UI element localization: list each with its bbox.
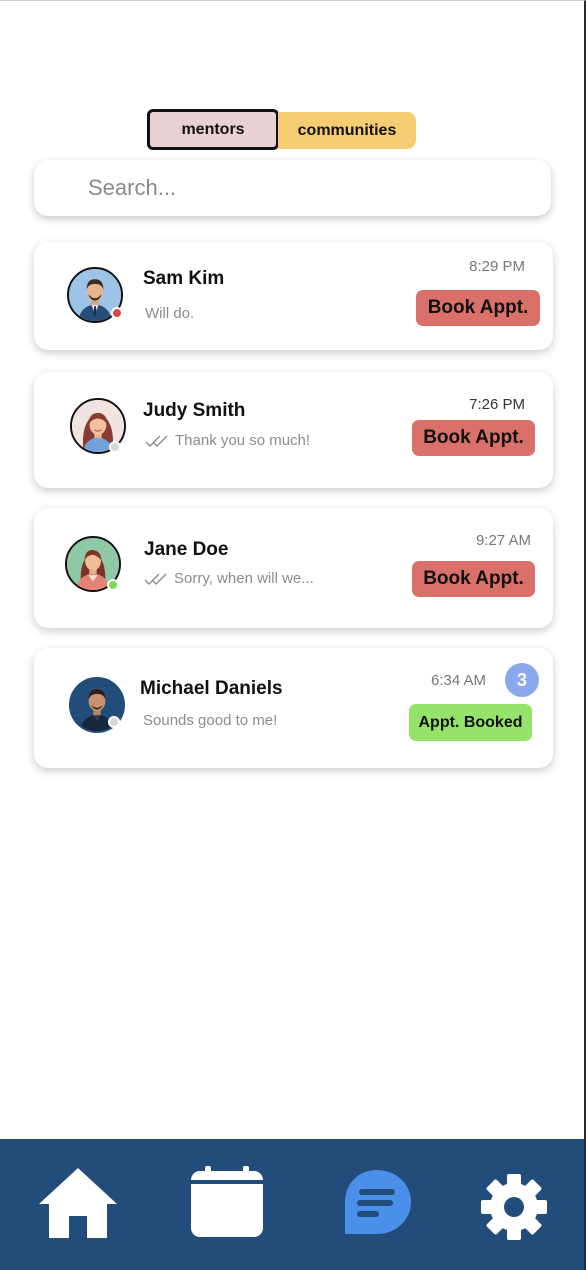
preview-text: Sounds good to me!	[143, 712, 278, 729]
message-time: 9:27 AM	[475, 532, 531, 549]
tab-mentors[interactable]: mentors	[147, 109, 279, 150]
tab-communities[interactable]: communities	[278, 112, 416, 149]
nav-settings[interactable]	[478, 1171, 550, 1243]
status-indicator	[111, 307, 123, 319]
message-preview: Will do.	[145, 305, 194, 322]
appointment-booked-button[interactable]: Appt. Booked	[409, 704, 532, 741]
nav-home[interactable]	[36, 1165, 120, 1241]
book-appointment-button[interactable]: Book Appt.	[412, 420, 535, 456]
status-indicator	[108, 716, 120, 728]
message-preview: Thank you so much!	[145, 432, 310, 449]
search-input[interactable]	[88, 175, 551, 201]
preview-text: Will do.	[145, 305, 195, 322]
conversation-card[interactable]: Sam Kim Will do. 8:29 PM Book Appt.	[34, 242, 553, 350]
message-time: 6:34 AM	[431, 672, 487, 689]
preview-text: Thank you so much!	[175, 432, 311, 449]
contact-name: Sam Kim	[143, 268, 225, 289]
bottom-navigation	[0, 1139, 584, 1270]
message-time: 7:26 PM	[469, 396, 525, 413]
preview-text: Sorry, when will we...	[174, 570, 314, 587]
mentor-community-toggle: mentors communities	[147, 109, 416, 152]
book-appointment-button[interactable]: Book Appt.	[416, 290, 540, 326]
double-check-icon	[144, 573, 167, 585]
message-preview: Sorry, when will we...	[144, 570, 314, 587]
nav-calendar[interactable]	[190, 1165, 264, 1239]
status-indicator	[107, 579, 119, 591]
gear-icon	[481, 1174, 547, 1240]
search-bar	[34, 160, 551, 216]
home-icon	[39, 1168, 117, 1238]
contact-name: Michael Daniels	[140, 678, 283, 699]
contact-name: Judy Smith	[143, 400, 246, 421]
contact-name: Jane Doe	[144, 539, 229, 560]
status-indicator	[109, 441, 121, 453]
conversation-card[interactable]: Michael Daniels Sounds good to me! 6:34 …	[34, 648, 553, 768]
unread-count-badge: 3	[505, 663, 539, 697]
conversation-card[interactable]: Judy Smith Thank you so much! 7:26 PM Bo…	[34, 372, 553, 488]
message-preview: Sounds good to me!	[143, 712, 277, 729]
book-appointment-button[interactable]: Book Appt.	[412, 561, 535, 597]
message-time: 8:29 PM	[469, 258, 525, 275]
calendar-icon	[191, 1166, 263, 1237]
double-check-icon	[145, 435, 168, 447]
nav-chat[interactable]	[340, 1167, 414, 1239]
chat-icon	[345, 1170, 411, 1234]
conversation-card[interactable]: Jane Doe Sorry, when will we... 9:27 AM …	[34, 508, 553, 628]
